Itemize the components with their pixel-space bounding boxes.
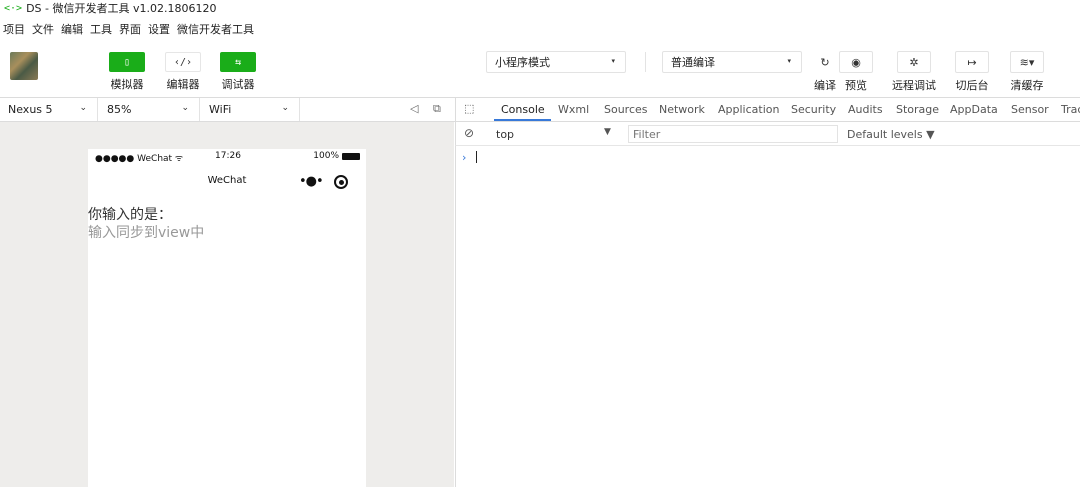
tab-application[interactable]: Application <box>718 103 779 116</box>
tab-console[interactable]: Console <box>501 103 545 116</box>
tab-trace[interactable]: Trac <box>1061 103 1080 116</box>
simulator-icon: ▯ <box>109 52 145 72</box>
menu-tools[interactable]: 工具 <box>90 21 112 37</box>
mode-select-value: 小程序模式 <box>495 56 550 69</box>
title-bar: <·> DS - 微信开发者工具 v1.02.1806120 <box>0 0 1080 16</box>
console-toolbar: ⊘ top ▼ Default levels ▼ <box>455 122 1080 146</box>
phone-nav-bar: WeChat •●• <box>88 165 366 191</box>
tab-audits[interactable]: Audits <box>848 103 883 116</box>
battery-indicator: 100% <box>313 151 360 161</box>
menu-settings[interactable]: 设置 <box>148 21 170 37</box>
tab-security[interactable]: Security <box>791 103 836 116</box>
tab-sensor[interactable]: Sensor <box>1011 103 1049 116</box>
toolbar-divider <box>645 52 646 72</box>
switch-background-icon: ↦ <box>955 51 989 73</box>
tab-wxml[interactable]: Wxml <box>558 103 589 116</box>
devtools-tab-bar: ⬚ Console Wxml Sources Network Applicati… <box>455 98 1080 122</box>
menu-edit[interactable]: 编辑 <box>61 21 83 37</box>
caret-down-icon: ▾ <box>787 57 791 65</box>
tab-appdata[interactable]: AppData <box>950 103 998 116</box>
clear-console-icon[interactable]: ⊘ <box>464 126 474 140</box>
compile-mode-value: 普通编译 <box>671 56 715 69</box>
tab-network[interactable]: Network <box>659 103 705 116</box>
status-time: 17:26 <box>215 151 241 161</box>
battery-percent: 100% <box>313 151 339 161</box>
close-miniprogram-icon[interactable] <box>334 175 348 189</box>
menu-project[interactable]: 项目 <box>3 21 25 37</box>
app-logo-icon: <·> <box>4 2 23 14</box>
clear-cache-button[interactable]: ≋▾ 清缓存 <box>1010 51 1044 93</box>
avatar[interactable] <box>10 52 38 80</box>
background-button[interactable]: ↦ 切后台 <box>955 51 989 93</box>
console-input-cursor[interactable] <box>476 151 477 163</box>
main-toolbar: ▯ 模拟器 ‹/› 编辑器 ⇆ 调试器 小程序模式 ▾ 普通编译 ▾ ↻ 编译 … <box>0 42 1080 98</box>
chevron-down-icon: ⌄ <box>181 103 189 113</box>
compile-button[interactable]: ↻ 编译 <box>808 51 842 93</box>
code-icon: ‹/› <box>165 52 201 72</box>
editor-button[interactable]: ‹/› 编辑器 <box>163 52 203 92</box>
menu-view[interactable]: 界面 <box>119 21 141 37</box>
more-icon[interactable]: •●• <box>299 174 324 189</box>
input-echo-text: 你输入的是： <box>88 207 172 223</box>
popout-icon[interactable]: ⧉ <box>433 102 441 116</box>
background-label: 切后台 <box>955 79 989 92</box>
filter-input[interactable] <box>628 125 838 143</box>
window-title: DS - 微信开发者工具 v1.02.1806120 <box>26 2 217 15</box>
context-select[interactable]: top <box>496 128 514 141</box>
refresh-icon: ↻ <box>808 51 842 73</box>
simulator-bar: Nexus 5 ⌄ 85% ⌄ WiFi ⌄ ◁ ⧉ <box>0 98 455 122</box>
simulator-button[interactable]: ▯ 模拟器 <box>107 52 147 92</box>
menu-wechat-devtools[interactable]: 微信开发者工具 <box>177 21 254 37</box>
phone-status-bar: ●●●●● WeChat ᯤ 17:26 100% <box>88 149 366 165</box>
network-select[interactable]: WiFi ⌄ <box>201 98 300 121</box>
preview-label: 预览 <box>845 79 867 92</box>
editor-label: 编辑器 <box>166 78 200 91</box>
console-output[interactable]: › <box>455 146 1080 487</box>
layers-icon: ≋▾ <box>1010 51 1044 73</box>
tab-sources[interactable]: Sources <box>604 103 648 116</box>
zoom-select[interactable]: 85% ⌄ <box>99 98 200 121</box>
network-value: WiFi <box>209 103 232 116</box>
preview-button[interactable]: ◉ 预览 <box>839 51 873 93</box>
compile-mode-select[interactable]: 普通编译 ▾ <box>662 51 802 73</box>
battery-icon <box>342 152 360 160</box>
tab-storage[interactable]: Storage <box>896 103 939 116</box>
caret-down-icon[interactable]: ▼ <box>604 127 611 137</box>
debugger-button[interactable]: ⇆ 调试器 <box>218 52 258 92</box>
eye-icon: ◉ <box>839 51 873 73</box>
remote-debug-label: 远程调试 <box>892 79 936 92</box>
bug-icon: ✲ <box>897 51 931 73</box>
prompt-chevron-icon: › <box>462 151 467 164</box>
active-tab-underline <box>494 119 551 121</box>
phone-screen: ●●●●● WeChat ᯤ 17:26 100% WeChat •●• 你输入… <box>88 149 366 487</box>
compile-label: 编译 <box>814 79 836 92</box>
simulator-area: ●●●●● WeChat ᯤ 17:26 100% WeChat •●• 你输入… <box>0 122 454 487</box>
simulator-label: 模拟器 <box>110 78 144 91</box>
caret-down-icon: ▾ <box>611 57 615 65</box>
device-select[interactable]: Nexus 5 ⌄ <box>0 98 98 121</box>
menu-bar: 项目 文件 编辑 工具 界面 设置 微信开发者工具 <box>0 17 1080 41</box>
sync-input[interactable]: 输入同步到view中 <box>88 222 204 242</box>
carrier-text: ●●●●● WeChat ᯤ <box>95 154 184 164</box>
device-value: Nexus 5 <box>8 103 53 116</box>
zoom-value: 85% <box>107 103 132 116</box>
volume-icon[interactable]: ◁ <box>410 102 418 115</box>
log-levels-select[interactable]: Default levels ▼ <box>847 128 935 141</box>
chevron-down-icon: ⌄ <box>79 103 87 113</box>
remote-debug-button[interactable]: ✲ 远程调试 <box>892 51 936 93</box>
menu-file[interactable]: 文件 <box>32 21 54 37</box>
debugger-icon: ⇆ <box>220 52 256 72</box>
nav-title: WeChat <box>207 175 247 186</box>
mode-select[interactable]: 小程序模式 ▾ <box>486 51 626 73</box>
inspect-element-icon[interactable]: ⬚ <box>464 102 474 115</box>
chevron-down-icon: ⌄ <box>281 103 289 113</box>
clear-cache-label: 清缓存 <box>1010 79 1044 92</box>
debugger-label: 调试器 <box>221 78 255 91</box>
